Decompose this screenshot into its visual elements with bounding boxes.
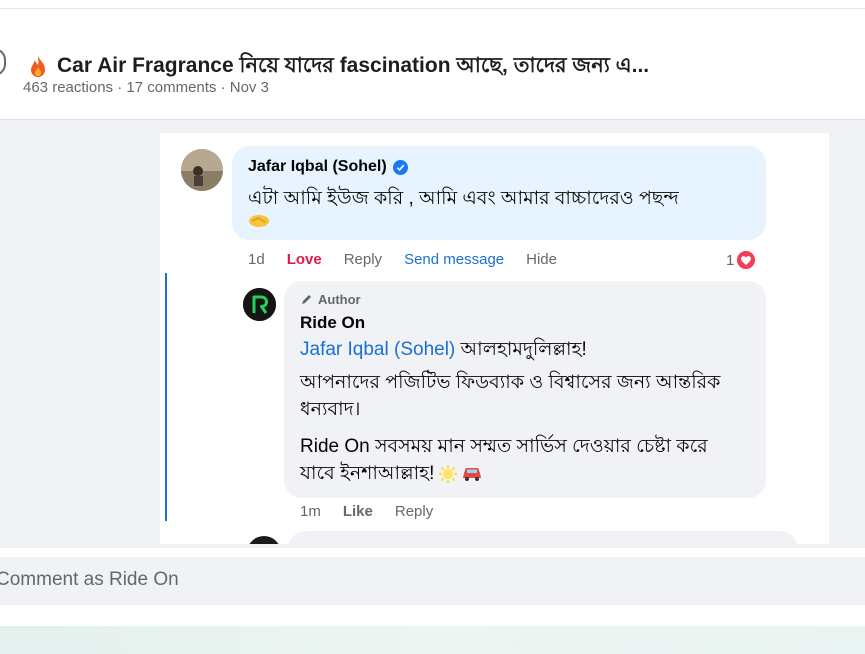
reply-actions: 1m Like Reply bbox=[300, 503, 455, 520]
avatar[interactable] bbox=[243, 288, 276, 321]
reply-paragraph-3-text: Ride On সবসময় মান সম্মত সার্ভিস দেওয়ার… bbox=[300, 436, 708, 484]
love-button[interactable]: Love bbox=[287, 251, 322, 268]
reply-paragraph-3: Ride On সবসময় মান সম্মত সার্ভিস দেওয়ার… bbox=[300, 433, 740, 487]
footer-background bbox=[0, 626, 865, 654]
comment-bubble: Jafar Iqbal (Sohel) এটা আমি ইউজ করি , আম… bbox=[232, 146, 766, 240]
comment-input[interactable]: Comment as Ride On bbox=[0, 569, 179, 591]
reply-author[interactable]: Ride On bbox=[300, 313, 365, 333]
next-comment-bubble bbox=[288, 531, 798, 544]
reply-paragraph-2: আপনাদের পজিটিভ ফিডব্যাক ও বিশ্বাসের জন্য… bbox=[300, 372, 721, 420]
verified-badge-icon bbox=[392, 159, 408, 175]
avatar[interactable] bbox=[181, 149, 223, 191]
avatar[interactable] bbox=[247, 536, 281, 544]
reply-bubble: Author Ride On Jafar Iqbal (Sohel) আলহাম… bbox=[284, 281, 766, 498]
reply-line-1: Jafar Iqbal (Sohel) আলহামদুলিল্লাহ! bbox=[300, 335, 587, 365]
fire-icon bbox=[31, 55, 45, 77]
mention-link[interactable]: Jafar Iqbal (Sohel) bbox=[300, 339, 455, 360]
post-header: Car Air Fragrance নিয়ে যাদের fascinatio… bbox=[0, 9, 865, 119]
reply-line-1-text: আলহামদুলিল্লাহ! bbox=[455, 339, 587, 360]
handshake-emoji-icon bbox=[249, 215, 269, 227]
comment-author[interactable]: Jafar Iqbal (Sohel) bbox=[248, 158, 387, 176]
comment-text: এটা আমি ইউজ করি , আমি এবং আমার বাচ্চাদের… bbox=[248, 188, 679, 209]
like-button[interactable]: Like bbox=[343, 503, 373, 520]
post-meta[interactable]: 463 reactions · 17 comments · Nov 3 bbox=[23, 79, 269, 96]
send-message-button[interactable]: Send message bbox=[404, 251, 504, 268]
clipped-previous-actions: — — — — — — — — — — bbox=[248, 133, 430, 138]
heart-icon bbox=[735, 249, 758, 271]
comments-panel: — — — — — — — — — — Jafar Iqbal (Sohel) … bbox=[160, 133, 829, 544]
reaction-count: 1 bbox=[726, 251, 735, 269]
comment-composer[interactable]: Comment as Ride On bbox=[0, 557, 865, 605]
car-emoji-icon bbox=[463, 467, 482, 481]
reply-button[interactable]: Reply bbox=[344, 251, 382, 268]
profile-photo-icon bbox=[181, 149, 223, 191]
author-badge: Author bbox=[318, 292, 361, 307]
comment-timestamp[interactable]: 1d bbox=[248, 251, 265, 268]
ride-on-logo-icon bbox=[243, 288, 276, 321]
reply-timestamp[interactable]: 1m bbox=[300, 503, 321, 520]
reply-thread-line bbox=[165, 273, 167, 521]
sun-emoji-icon bbox=[439, 464, 458, 483]
pen-icon bbox=[302, 295, 311, 304]
comment-actions: 1d Love Reply Send message Hide bbox=[248, 251, 579, 268]
reply-button[interactable]: Reply bbox=[395, 503, 433, 520]
hide-button[interactable]: Hide bbox=[526, 251, 557, 268]
reaction-summary[interactable]: 1 bbox=[726, 249, 758, 271]
